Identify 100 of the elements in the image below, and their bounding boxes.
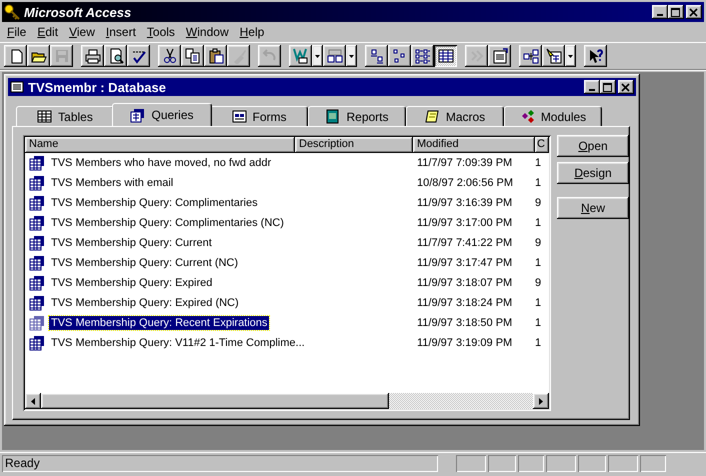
query-icon [29, 255, 45, 271]
status-panel [488, 455, 516, 472]
modified-date: 11/9/97 3:19:09 PM [416, 337, 514, 349]
close-icon [689, 8, 699, 16]
query-icon [29, 175, 45, 191]
object-tab[interactable]: Forms [210, 106, 308, 126]
details-view-icon [438, 48, 454, 64]
command-button[interactable]: Open [557, 135, 629, 157]
status-panel [578, 455, 606, 472]
dropdown-button[interactable] [346, 45, 357, 67]
column-header[interactable]: Description [295, 137, 413, 153]
toolbar-button[interactable] [27, 45, 50, 67]
close-button[interactable] [686, 5, 702, 19]
properties-sheet-icon [492, 48, 508, 64]
query-icon [29, 195, 45, 211]
command-button[interactable]: New [557, 197, 629, 219]
object-tab[interactable]: Macros [406, 106, 504, 126]
toolbar-button[interactable] [434, 45, 457, 67]
dropdown-button[interactable] [565, 45, 576, 67]
query-name[interactable]: TVS Membership Query: Current (NC) [49, 256, 240, 270]
menu-item[interactable]: Edit [32, 25, 64, 39]
menu-item[interactable]: Tools [142, 25, 181, 39]
toolbar-button[interactable] [104, 45, 127, 67]
query-icon [29, 275, 45, 291]
object-tab[interactable]: Queries [112, 103, 212, 126]
database-icon [10, 80, 24, 94]
maximize-button[interactable] [600, 80, 616, 94]
table-cell-text: 9 [535, 237, 542, 249]
query-name[interactable]: TVS Membership Query: Expired [49, 276, 214, 290]
toolbar-button[interactable] [204, 45, 227, 67]
command-button[interactable]: Design [557, 162, 629, 184]
query-icon [29, 295, 45, 311]
object-tab[interactable]: Modules [504, 106, 602, 126]
table-cell-text: 9 [535, 277, 542, 289]
toolbar-button[interactable] [488, 45, 511, 67]
object-tab[interactable]: Reports [308, 106, 406, 126]
query-name[interactable]: TVS Members with email [49, 176, 176, 190]
toolbar-button[interactable] [81, 45, 104, 67]
column-header[interactable]: C [535, 137, 549, 153]
column-header[interactable]: Name [25, 137, 295, 153]
query-name[interactable]: TVS Membership Query: Expired (NC) [49, 296, 241, 310]
toolbar-button[interactable] [388, 45, 411, 67]
relationships-icon [522, 48, 538, 64]
dropdown-button[interactable] [312, 45, 323, 67]
window-title: Microsoft Access [24, 4, 132, 20]
toolbar-button[interactable] [519, 45, 542, 67]
caret-icon [568, 54, 573, 58]
scrollbar-thumb[interactable] [41, 393, 389, 409]
report-book-icon [325, 109, 340, 124]
table-cell-text: 9 [535, 197, 542, 209]
scroll-right-button[interactable] [533, 393, 549, 409]
query-name[interactable]: TVS Members who have moved, no fwd addr [49, 156, 274, 170]
toolbar-button[interactable] [542, 45, 565, 67]
minimize-icon [657, 14, 663, 16]
query-icon [130, 108, 146, 122]
query-name[interactable]: TVS Membership Query: V11#2 1-Time Complime... [49, 336, 307, 350]
word-merge-icon [292, 48, 308, 64]
query-name[interactable]: TVS Membership Query: Recent Expirations [49, 316, 270, 330]
toolbar-button[interactable] [158, 45, 181, 67]
toolbar-button[interactable] [323, 45, 346, 67]
minimize-icon [589, 89, 595, 91]
toolbar-button[interactable] [584, 45, 607, 67]
modified-date: 11/9/97 3:18:07 PM [416, 277, 514, 289]
toolbar-button[interactable] [181, 45, 204, 67]
menu-item[interactable]: Insert [100, 25, 142, 39]
query-name[interactable]: TVS Membership Query: Current [49, 236, 214, 250]
menu-item[interactable]: Window [180, 25, 235, 39]
scroll-left-button[interactable] [25, 393, 41, 409]
status-panel [608, 455, 638, 472]
modified-date: 11/9/97 3:17:00 PM [416, 217, 514, 229]
menu-item[interactable]: View [64, 25, 101, 39]
query-name[interactable]: TVS Membership Query: Complimentaries [49, 196, 260, 210]
left-arrow-icon [31, 398, 35, 404]
database-window-title: TVSmembr : Database [28, 80, 167, 94]
minimize-button[interactable] [652, 5, 668, 19]
table-cell-text: 1 [535, 337, 542, 349]
maximize-button[interactable] [668, 5, 684, 19]
column-header[interactable]: Modified [413, 137, 535, 153]
print-preview-icon [108, 48, 124, 64]
toolbar-button[interactable] [411, 45, 434, 67]
minimize-button[interactable] [584, 80, 600, 94]
status-text: Ready [2, 455, 438, 472]
status-panel [518, 455, 544, 472]
toolbar-button[interactable] [365, 45, 388, 67]
menu-item[interactable]: Help [234, 25, 270, 39]
copy-pages-icon [184, 48, 200, 64]
modified-date: 11/7/97 7:41:22 PM [416, 237, 514, 249]
scissors-icon [162, 48, 178, 64]
object-tab[interactable]: Tables [16, 106, 114, 126]
toolbar-button[interactable] [4, 45, 27, 67]
table-cell-text: 1 [535, 297, 542, 309]
query-icon [29, 315, 45, 331]
menu-item[interactable]: File [2, 25, 32, 39]
table-grid-icon [37, 109, 52, 124]
close-button[interactable] [618, 80, 634, 94]
query-name[interactable]: TVS Membership Query: Complimentaries (NC) [49, 216, 286, 230]
toolbar-button[interactable] [127, 45, 150, 67]
key-icon [4, 4, 20, 20]
macro-scroll-icon [424, 109, 440, 124]
toolbar-button[interactable] [289, 45, 312, 67]
